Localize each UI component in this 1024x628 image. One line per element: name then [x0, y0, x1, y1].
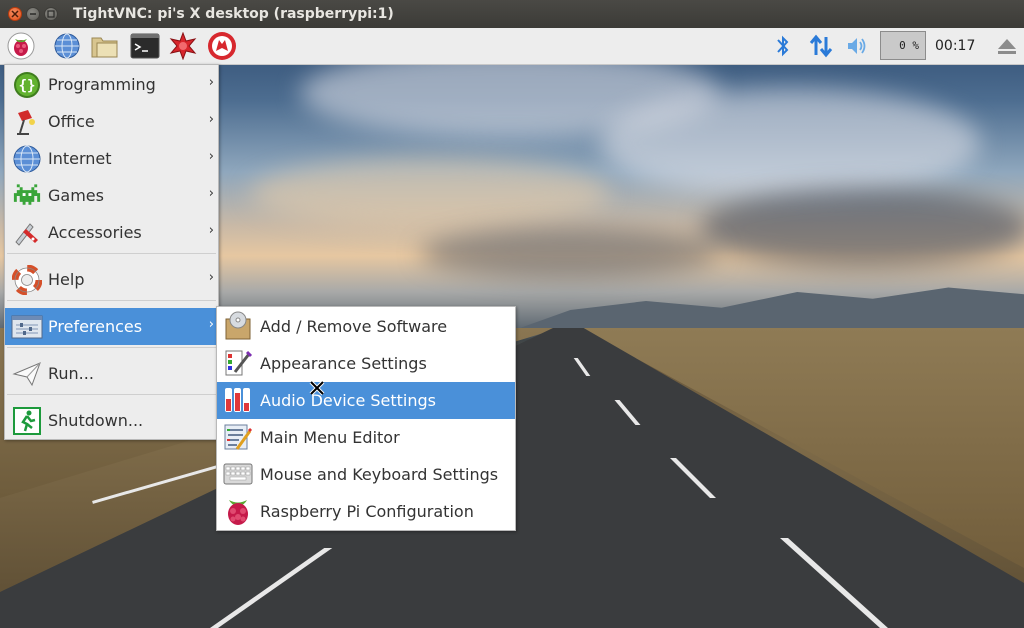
menu-item-label: Office	[48, 112, 95, 131]
paper-plane-icon	[11, 358, 43, 390]
exit-running-man-icon	[11, 405, 43, 437]
volume-tray[interactable]	[842, 31, 872, 61]
raspberry-menu-icon	[7, 32, 35, 60]
menu-item-label: Run...	[48, 364, 94, 383]
menu-item-mouse-keyboard-settings[interactable]: Mouse and Keyboard Settings	[217, 456, 515, 493]
menu-item-audio-device-settings[interactable]: Audio Device Settings	[217, 382, 515, 419]
window-title: TightVNC: pi's X desktop (raspberrypi:1)	[73, 6, 394, 22]
mathematica-launcher[interactable]	[168, 31, 198, 61]
menu-item-internet[interactable]: Internet ›	[5, 140, 218, 177]
menu-item-preferences[interactable]: Preferences ›	[5, 308, 218, 345]
top-panel: 0 % 00:17	[0, 28, 1024, 65]
close-window-button[interactable]	[8, 7, 22, 21]
chevron-right-icon: ›	[208, 112, 214, 127]
menu-separator	[7, 253, 216, 254]
bluetooth-tray[interactable]	[768, 31, 798, 61]
bluetooth-icon	[777, 35, 789, 57]
menu-item-appearance-settings[interactable]: Appearance Settings	[217, 345, 515, 382]
chevron-right-icon: ›	[208, 75, 214, 90]
eject-icon	[998, 39, 1016, 54]
menu-item-label: Games	[48, 186, 104, 205]
preferences-icon	[11, 311, 43, 343]
chevron-right-icon: ›	[208, 186, 214, 201]
menu-item-label: Appearance Settings	[260, 354, 427, 373]
menu-item-help[interactable]: Help ›	[5, 261, 218, 298]
menu-separator	[7, 394, 216, 395]
cpu-usage-monitor[interactable]: 0 %	[880, 31, 926, 60]
chevron-right-icon: ›	[208, 223, 214, 238]
menu-item-accessories[interactable]: Accessories ›	[5, 214, 218, 251]
menu-item-label: Audio Device Settings	[260, 391, 436, 410]
x-cursor-icon	[309, 380, 325, 396]
file-manager-icon	[91, 37, 118, 58]
menu-item-raspberry-pi-configuration[interactable]: Raspberry Pi Configuration	[217, 493, 515, 530]
audio-mixer-icon	[223, 385, 253, 415]
knife-icon	[11, 217, 43, 249]
wolfram-launcher[interactable]	[207, 31, 237, 61]
menu-item-label: Shutdown...	[48, 411, 144, 430]
chevron-right-icon: ›	[208, 317, 214, 332]
menu-item-label: Main Menu Editor	[260, 428, 400, 447]
main-menu: {} Programming › Office › Internet › Gam…	[4, 64, 219, 440]
menu-item-office[interactable]: Office ›	[5, 103, 218, 140]
terminal-launcher[interactable]	[130, 31, 160, 61]
network-tray[interactable]	[806, 31, 836, 61]
minimize-icon	[30, 13, 36, 15]
menu-button[interactable]	[6, 31, 36, 61]
menu-item-label: Preferences	[48, 317, 143, 336]
menu-item-label: Help	[48, 270, 85, 289]
menu-item-programming[interactable]: {} Programming ›	[5, 66, 218, 103]
menu-item-games[interactable]: Games ›	[5, 177, 218, 214]
menu-separator	[7, 300, 216, 301]
window-titlebar: TightVNC: pi's X desktop (raspberrypi:1)	[0, 0, 1024, 28]
menu-item-label: Programming	[48, 75, 156, 94]
maximize-icon	[47, 10, 55, 18]
preferences-submenu: Add / Remove Software Appearance Setting…	[216, 306, 516, 531]
globe-icon	[11, 143, 43, 175]
menu-editor-icon	[223, 422, 253, 452]
maximize-window-button[interactable]	[44, 7, 58, 21]
clock[interactable]: 00:17	[935, 38, 975, 54]
appearance-palette-icon	[223, 348, 253, 378]
menu-item-label: Internet	[48, 149, 112, 168]
chevron-right-icon: ›	[208, 270, 214, 285]
close-icon	[11, 10, 19, 18]
wolfram-icon	[208, 32, 236, 60]
lifebuoy-icon	[11, 264, 43, 296]
keyboard-icon	[223, 459, 253, 489]
package-disc-icon	[223, 311, 253, 341]
mathematica-icon	[169, 32, 197, 60]
web-browser-launcher[interactable]	[52, 31, 82, 61]
menu-item-label: Raspberry Pi Configuration	[260, 502, 474, 521]
menu-item-label: Accessories	[48, 223, 142, 242]
terminal-icon	[130, 33, 160, 59]
space-invader-icon	[11, 180, 43, 212]
menu-separator	[7, 347, 216, 348]
office-lamp-icon	[11, 106, 43, 138]
menu-item-label: Add / Remove Software	[260, 317, 448, 336]
cpu-usage-value: 0 %	[899, 39, 919, 52]
menu-item-main-menu-editor[interactable]: Main Menu Editor	[217, 419, 515, 456]
menu-item-label: Mouse and Keyboard Settings	[260, 465, 499, 484]
programming-braces-icon: {}	[11, 69, 43, 101]
speaker-volume-icon	[848, 38, 866, 54]
minimize-window-button[interactable]	[26, 7, 40, 21]
eject-tray[interactable]	[992, 31, 1022, 61]
file-manager-launcher[interactable]	[90, 31, 120, 61]
chevron-right-icon: ›	[208, 149, 214, 164]
web-browser-icon	[54, 33, 80, 59]
menu-item-run[interactable]: Run...	[5, 355, 218, 392]
svg-text:{}: {}	[19, 78, 36, 94]
menu-item-add-remove-software[interactable]: Add / Remove Software	[217, 308, 515, 345]
menu-item-shutdown[interactable]: Shutdown...	[5, 402, 218, 439]
raspberry-icon	[223, 496, 253, 526]
network-transfer-icon	[809, 34, 833, 58]
